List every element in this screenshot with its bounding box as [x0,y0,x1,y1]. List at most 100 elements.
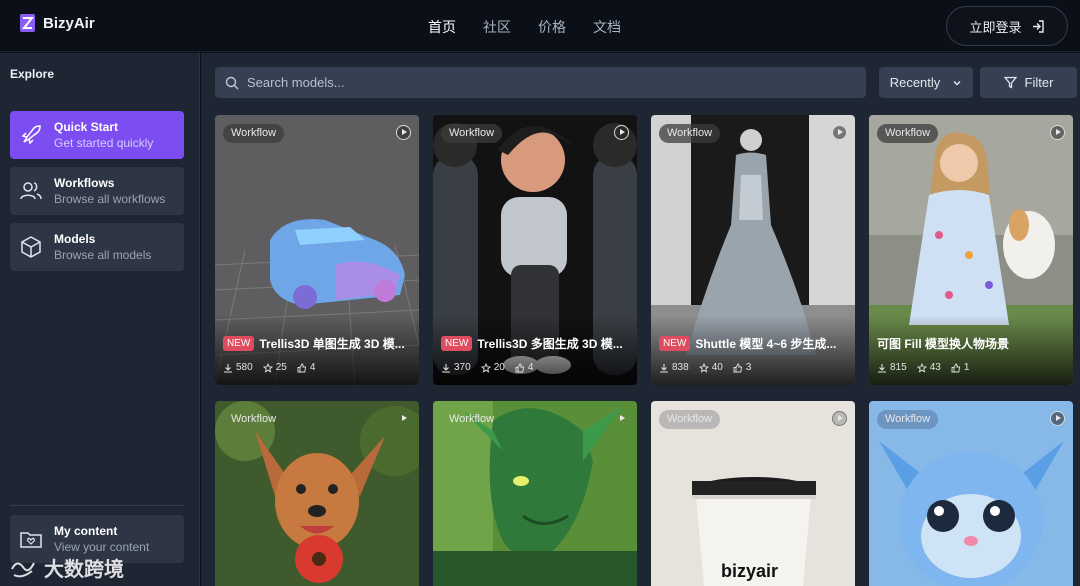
sidebar-item-title: My content [54,523,118,538]
card-title-text: Shuttle 模型 4~6 步生成... [695,337,837,351]
main-content: Search models... Recently Filter Workflo… [201,53,1080,586]
login-label: 立即登录 [969,19,1022,35]
thumbs-up-icon [951,363,960,372]
login-icon [1032,19,1044,33]
new-badge: NEW [441,336,473,351]
workflow-badge: Workflow [223,124,285,143]
sidebar-section-title: Explore [10,67,55,81]
thumbs-up-icon [733,363,742,372]
search-placeholder: Search models... [247,75,345,90]
card-title: NEW Shuttle 模型 4~6 步生成... [659,335,847,352]
sort-value: Recently [889,75,941,90]
sort-dropdown[interactable]: Recently [879,67,973,98]
download-icon [660,363,668,373]
download-icon [224,363,232,373]
sidebar: Explore Quick Start Get started quickly … [0,53,200,586]
folder-heart-icon [18,526,44,552]
nav-pricing[interactable]: 价格 [538,17,566,37]
likes-stat: 4 [297,362,315,373]
download-icon [878,363,886,373]
stars-stat: 25 [262,362,287,373]
card-title: NEW Trellis3D 单图生成 3D 模... [223,335,411,352]
sidebar-item-subtitle: Browse all workflows [54,191,166,206]
model-card[interactable]: Workflow [869,401,1073,586]
play-icon[interactable] [396,125,411,140]
model-card[interactable]: Workflow bizyair [651,401,855,586]
brand[interactable]: BizyAir [20,14,95,32]
likes-stat: 3 [733,362,751,373]
likes-stat: 4 [515,362,533,373]
chevron-down-icon [953,80,961,85]
card-title-text: Trellis3D 单图生成 3D 模... [259,337,405,351]
nav-home[interactable]: 首页 [428,17,456,37]
filter-label: Filter [1024,75,1054,90]
workflow-badge: Workflow [659,124,721,143]
filter-button[interactable]: Filter [980,67,1077,98]
star-icon [698,362,709,373]
workflow-badge: Workflow [441,124,503,143]
sidebar-item-workflows[interactable]: Workflows Browse all workflows [10,167,184,215]
stars-stat: 40 [698,362,723,373]
sidebar-item-title: Quick Start [54,119,119,134]
thumbs-up-icon [297,363,306,372]
downloads-stat: 815 [877,362,907,373]
top-navigation-bar: BizyAir 首页 社区 价格 文档 立即登录 [0,0,1080,52]
model-card[interactable]: Workflow NEW Trellis3D 单图生成 3D 模... 580 … [215,115,419,385]
sidebar-item-title: Models [54,231,96,246]
card-stats: 815 43 1 [877,362,969,373]
sidebar-item-subtitle: Get started quickly [54,135,154,150]
users-icon [18,178,44,204]
sidebar-item-title: Workflows [54,175,115,190]
star-icon [480,362,491,373]
play-icon[interactable] [396,411,411,426]
filter-icon [1003,76,1017,89]
star-icon [916,362,927,373]
card-title: NEW Trellis3D 多图生成 3D 模... [441,335,629,352]
downloads-stat: 370 [441,362,471,373]
downloads-stat: 838 [659,362,689,373]
search-input[interactable]: Search models... [215,67,866,98]
new-badge: NEW [659,336,691,351]
login-button[interactable]: 立即登录 [946,6,1068,46]
play-icon[interactable] [1050,125,1065,140]
new-badge: NEW [223,336,255,351]
workflow-badge: Workflow [659,410,721,429]
download-icon [442,363,450,373]
model-card[interactable]: Workflow NEW Shuttle 模型 4~6 步生成... 838 4… [651,115,855,385]
model-card[interactable]: Workflow [215,401,419,586]
nav-community[interactable]: 社区 [483,17,511,37]
bizyair-logo-icon [20,14,35,32]
stars-stat: 43 [916,362,941,373]
card-title: 可图 Fill 模型换人物场景 [877,335,1065,352]
nav-docs[interactable]: 文档 [593,17,621,37]
play-icon[interactable] [614,411,629,426]
card-title-text: Trellis3D 多图生成 3D 模... [477,337,623,351]
watermark-logo-icon [11,562,35,577]
model-card[interactable]: Workflow NEW Trellis3D 多图生成 3D 模... 370 … [433,115,637,385]
star-icon [262,362,273,373]
card-stats: 580 25 4 [223,362,315,373]
rocket-icon [18,122,44,148]
play-icon[interactable] [832,411,847,426]
main-nav: 首页 社区 价格 文档 [428,17,621,37]
workflow-badge: Workflow [877,410,939,429]
workflow-badge: Workflow [231,413,277,425]
search-icon [225,76,239,89]
play-icon[interactable] [832,125,847,140]
sidebar-item-models[interactable]: Models Browse all models [10,223,184,271]
sidebar-item-quick-start[interactable]: Quick Start Get started quickly [10,111,184,159]
watermark: 大数跨境 [10,553,124,582]
stars-stat: 20 [480,362,505,373]
model-card[interactable]: Workflow [433,401,637,586]
model-card[interactable]: Workflow 可图 Fill 模型换人物场景 815 43 1 [869,115,1073,385]
play-icon[interactable] [614,125,629,140]
likes-stat: 1 [951,362,969,373]
card-title-text: 可图 Fill 模型换人物场景 [877,337,1010,351]
workflow-badge: Workflow [877,124,939,143]
sidebar-item-subtitle: Browse all models [54,247,152,262]
brand-name: BizyAir [43,14,95,32]
play-icon[interactable] [1050,411,1065,426]
watermark-text: 大数跨境 [44,559,124,581]
cube-icon [18,234,44,260]
card-stats: 370 20 4 [441,362,533,373]
